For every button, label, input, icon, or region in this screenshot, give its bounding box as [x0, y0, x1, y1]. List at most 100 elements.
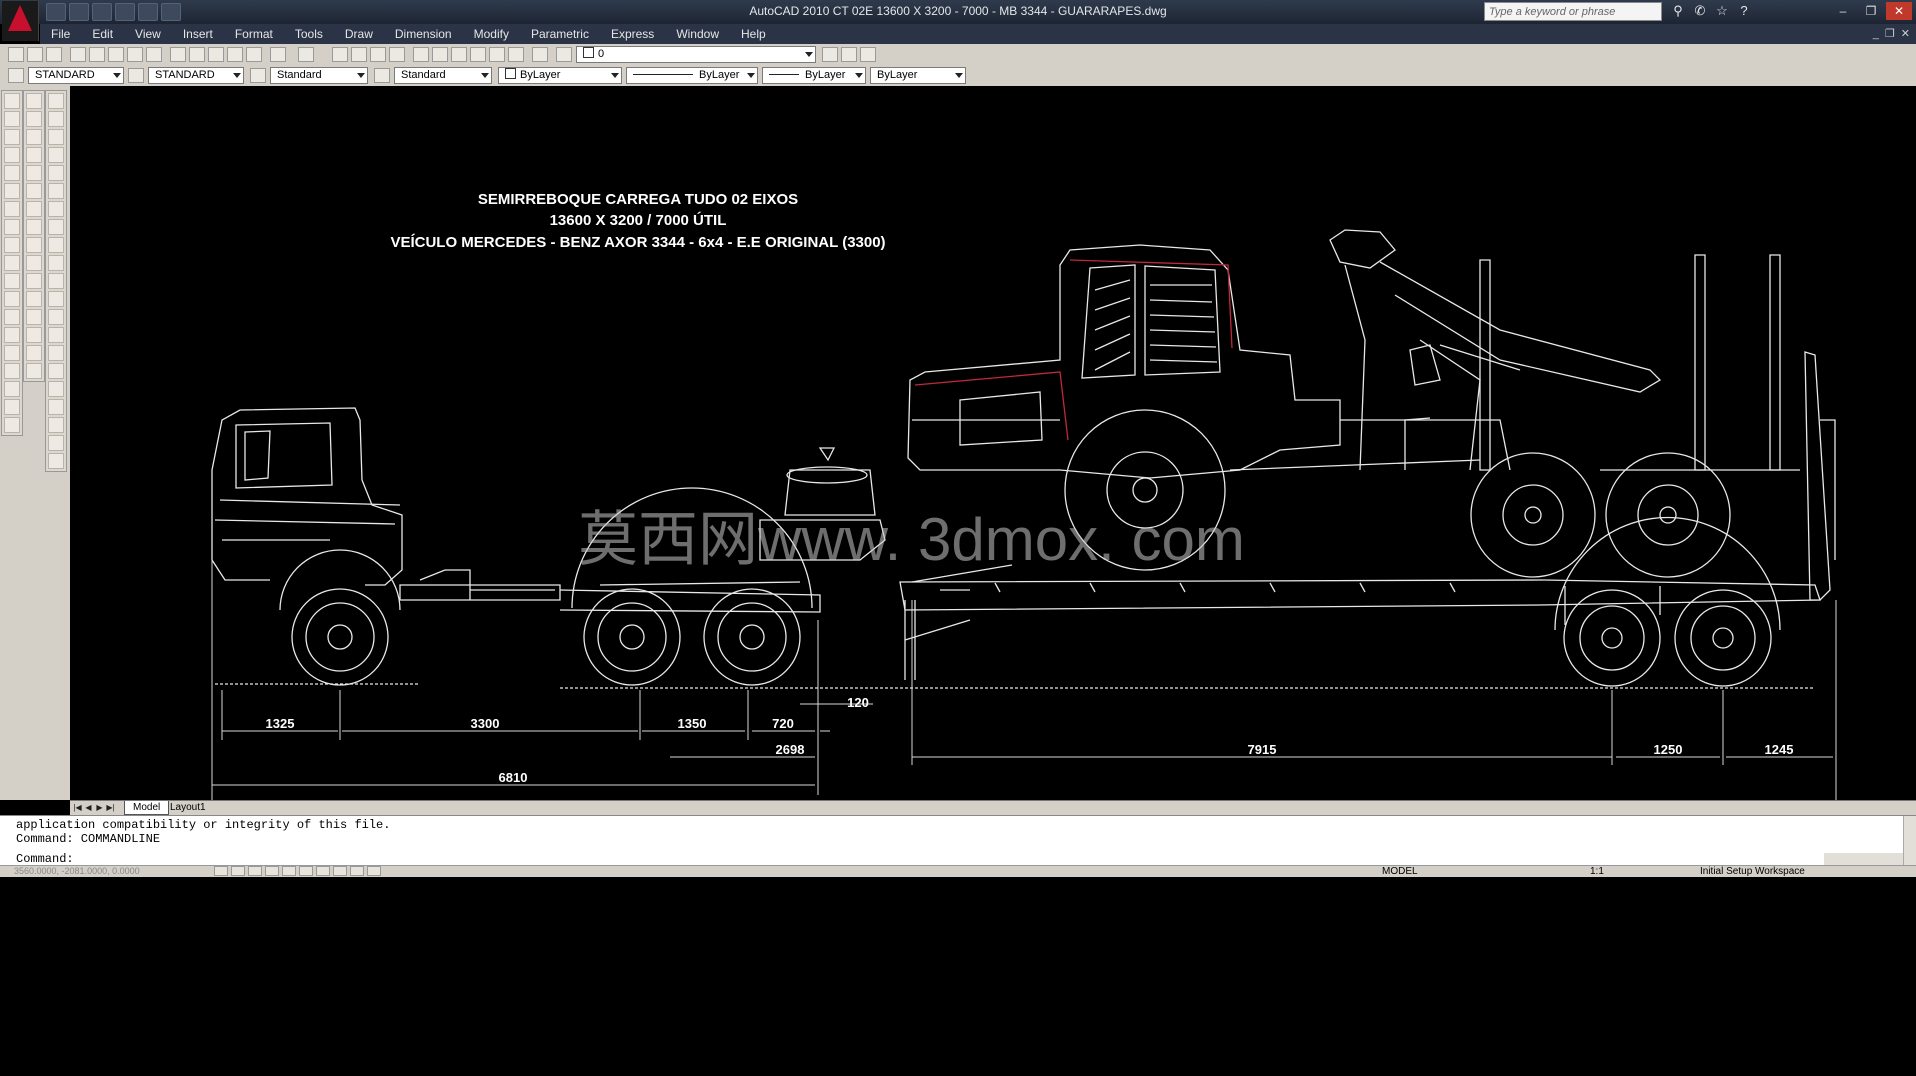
search-input[interactable]: Type a keyword or phrase [1484, 2, 1662, 21]
help-icon[interactable]: ? [1736, 3, 1752, 19]
tool-palettes-icon[interactable] [451, 47, 467, 62]
construction-line-icon[interactable] [4, 111, 20, 127]
polyline-icon[interactable] [4, 129, 20, 145]
arc-length-dim-icon[interactable] [48, 129, 64, 145]
menu-window[interactable]: Window [665, 24, 730, 44]
save-tb-icon[interactable] [46, 47, 62, 62]
minimize-button[interactable]: – [1830, 2, 1856, 20]
zoom-previous-icon[interactable] [389, 47, 405, 62]
baseline-dim-icon[interactable] [48, 255, 64, 271]
break-icon[interactable] [26, 291, 42, 307]
next-tab-icon[interactable]: ▶ [94, 801, 105, 814]
doc-restore-button[interactable]: ❐ [1885, 24, 1895, 44]
revision-cloud-icon[interactable] [4, 219, 20, 235]
scale-icon[interactable] [26, 219, 42, 235]
linear-dim-icon[interactable] [48, 93, 64, 109]
grid-display-icon[interactable] [231, 866, 245, 876]
make-current-layer-icon[interactable] [822, 47, 838, 62]
ordinate-dim-icon[interactable] [48, 147, 64, 163]
doc-minimize-button[interactable]: _ [1873, 24, 1879, 44]
paste-icon[interactable] [208, 47, 224, 62]
make-block-icon[interactable] [4, 309, 20, 325]
menu-help[interactable]: Help [730, 24, 777, 44]
table-style-icon[interactable] [250, 68, 266, 83]
quickcalc-icon[interactable] [508, 47, 524, 62]
model-space-toggle[interactable]: MODEL [1382, 866, 1418, 877]
block-editor-icon[interactable] [246, 47, 262, 62]
plot-tb-icon[interactable] [70, 47, 86, 62]
dim-style-dropdown[interactable]: STANDARD [148, 67, 244, 84]
dim-style-tb-icon[interactable] [48, 453, 64, 469]
design-center-icon[interactable] [432, 47, 448, 62]
radius-dim-icon[interactable] [48, 165, 64, 181]
stretch-icon[interactable] [26, 237, 42, 253]
quick-properties-icon[interactable] [367, 866, 381, 876]
dim-break-icon[interactable] [48, 309, 64, 325]
qnew-icon[interactable] [8, 47, 24, 62]
center-mark-icon[interactable] [48, 345, 64, 361]
doc-close-button[interactable]: ✕ [1901, 24, 1910, 44]
layer-dropdown[interactable]: 0 [576, 46, 816, 63]
angular-dim-icon[interactable] [48, 219, 64, 235]
quick-dim-icon[interactable] [48, 237, 64, 253]
table-icon[interactable] [4, 399, 20, 415]
fillet-icon[interactable] [26, 345, 42, 361]
dim-update-icon[interactable] [48, 435, 64, 451]
menu-modify[interactable]: Modify [463, 24, 520, 44]
open-icon[interactable] [27, 47, 43, 62]
menu-tools[interactable]: Tools [284, 24, 334, 44]
close-button[interactable]: ✕ [1886, 2, 1912, 20]
favorites-star-icon[interactable]: ☆ [1714, 3, 1730, 19]
tolerance-icon[interactable] [48, 327, 64, 343]
spline-icon[interactable] [4, 237, 20, 253]
menu-draw[interactable]: Draw [334, 24, 384, 44]
copy-icon[interactable] [189, 47, 205, 62]
multiline-text-icon[interactable] [4, 417, 20, 433]
pan-icon[interactable] [332, 47, 348, 62]
markup-icon[interactable] [146, 47, 162, 62]
hatch-icon[interactable] [4, 345, 20, 361]
zoom-window-icon[interactable] [370, 47, 386, 62]
infocenter-binoculars-icon[interactable]: ⚲ [1670, 3, 1686, 19]
ellipse-icon[interactable] [4, 255, 20, 271]
erase-icon[interactable] [26, 93, 42, 109]
dim-style-icon[interactable] [128, 68, 144, 83]
menu-view[interactable]: View [124, 24, 172, 44]
snap-mode-icon[interactable] [214, 866, 228, 876]
menu-file[interactable]: File [40, 24, 81, 44]
help-tb-icon[interactable] [532, 47, 548, 62]
plotstyle-dropdown[interactable]: ByLayer [870, 67, 966, 84]
trim-icon[interactable] [26, 255, 42, 271]
dynamic-ucs-icon[interactable] [316, 866, 330, 876]
mleader-style-dropdown[interactable]: Standard [394, 67, 492, 84]
join-icon[interactable] [26, 309, 42, 325]
move-icon[interactable] [26, 183, 42, 199]
dim-space-icon[interactable] [48, 291, 64, 307]
menu-format[interactable]: Format [224, 24, 284, 44]
continue-dim-icon[interactable] [48, 273, 64, 289]
layer-properties-icon[interactable] [556, 47, 572, 62]
lineweight-toggle-icon[interactable] [350, 866, 364, 876]
mleader-style-icon[interactable] [374, 68, 390, 83]
tab-layout1[interactable]: Layout1 [162, 801, 214, 814]
layer-previous-icon[interactable] [841, 47, 857, 62]
zoom-realtime-icon[interactable] [351, 47, 367, 62]
match-properties-icon[interactable] [227, 47, 243, 62]
extend-icon[interactable] [26, 273, 42, 289]
workspace-switch[interactable]: Initial Setup Workspace [1700, 866, 1805, 877]
undo-tb-icon[interactable] [270, 47, 286, 62]
color-dropdown[interactable]: ByLayer [498, 67, 622, 84]
sheet-set-icon[interactable] [470, 47, 486, 62]
dynamic-input-icon[interactable] [333, 866, 347, 876]
properties-icon[interactable] [413, 47, 429, 62]
command-vscrollbar[interactable] [1903, 816, 1916, 866]
point-icon[interactable] [4, 327, 20, 343]
maximize-button[interactable]: ❐ [1858, 2, 1884, 20]
menu-insert[interactable]: Insert [172, 24, 224, 44]
array-icon[interactable] [26, 165, 42, 181]
line-icon[interactable] [4, 93, 20, 109]
redo-tb-icon[interactable] [298, 47, 314, 62]
lineweight-dropdown[interactable]: ByLayer [762, 67, 866, 84]
polygon-icon[interactable] [4, 147, 20, 163]
plot-preview-icon[interactable] [89, 47, 105, 62]
